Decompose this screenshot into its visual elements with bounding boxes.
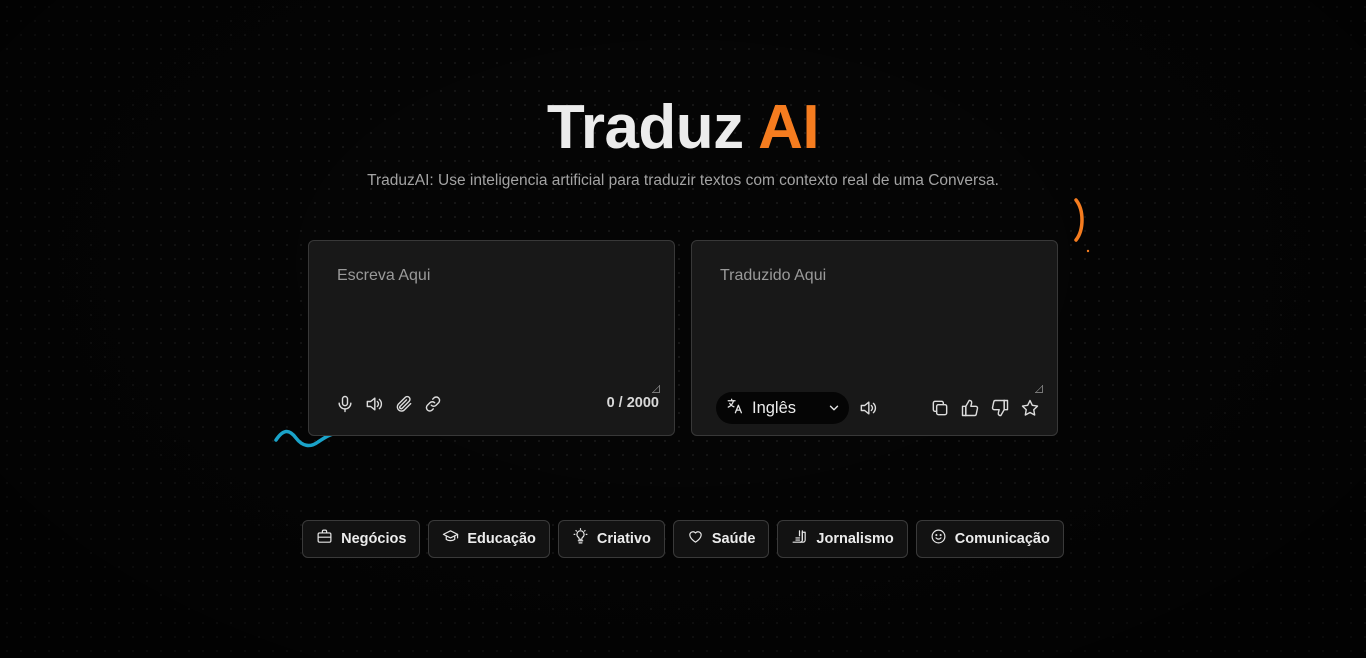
category-educacao[interactable]: Educação (428, 520, 550, 558)
category-comunicacao[interactable]: Comunicação (915, 520, 1064, 558)
orange-arc-decoration (1074, 198, 1090, 253)
heart-icon (687, 528, 704, 550)
lightbulb-icon (572, 528, 589, 550)
chevron-down-icon (827, 401, 841, 420)
character-counter: 0 / 2000 (606, 395, 659, 411)
page-title: Traduz AI (0, 92, 1366, 163)
source-text-panel: 0 / 2000 (308, 240, 675, 436)
category-jornalismo[interactable]: Jornalismo (777, 520, 908, 558)
title-main: Traduz (546, 93, 744, 162)
translated-text-output[interactable] (708, 257, 1043, 393)
translate-icon (726, 397, 744, 420)
category-label: Educação (467, 531, 536, 547)
source-text-input[interactable] (325, 257, 660, 393)
target-language-select[interactable]: Inglês (716, 392, 849, 424)
category-label: Saúde (711, 531, 756, 547)
newspaper-icon (791, 528, 808, 550)
category-criativo[interactable]: Criativo (557, 520, 665, 558)
star-icon[interactable] (1019, 397, 1041, 419)
briefcase-icon (316, 528, 333, 550)
microphone-icon[interactable] (334, 393, 356, 415)
copy-icon[interactable] (929, 397, 951, 419)
smile-icon (930, 528, 947, 550)
resize-handle[interactable] (652, 385, 660, 393)
thumbs-up-icon[interactable] (959, 397, 981, 419)
category-label: Criativo (596, 531, 651, 547)
link-icon[interactable] (422, 393, 444, 415)
graduation-cap-icon (442, 528, 459, 550)
category-label: Jornalismo (816, 531, 894, 547)
category-label: Comunicação (954, 531, 1050, 547)
speaker-icon[interactable] (363, 393, 385, 415)
thumbs-down-icon[interactable] (989, 397, 1011, 419)
title-accent: AI (758, 93, 820, 162)
speaker-icon[interactable] (857, 397, 879, 419)
selected-language: Inglês (752, 398, 797, 417)
category-chips: Negócios Educação Criativo Saúde Jornali… (0, 520, 1366, 558)
category-negocios[interactable]: Negócios (302, 520, 421, 558)
category-saude[interactable]: Saúde (672, 520, 770, 558)
translated-text-panel: Inglês (691, 240, 1058, 436)
paperclip-icon[interactable] (393, 393, 415, 415)
resize-handle[interactable] (1035, 385, 1043, 393)
category-label: Negócios (341, 531, 407, 547)
page-subtitle: TraduzAI: Use inteligencia artificial pa… (367, 172, 999, 189)
